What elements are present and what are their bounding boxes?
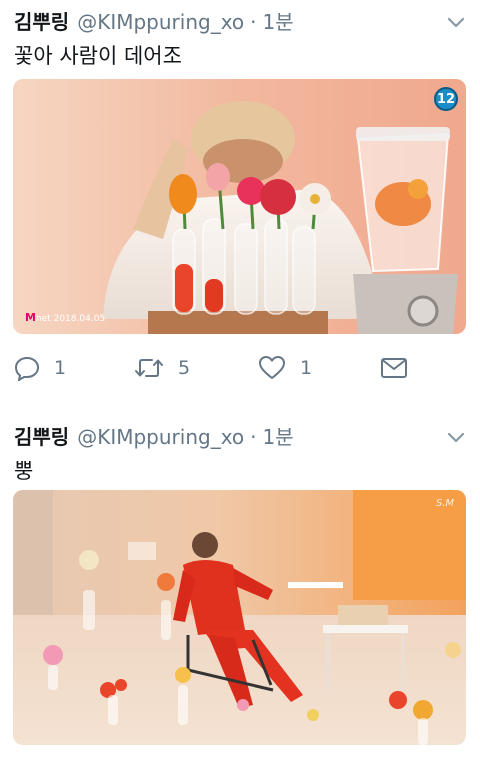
retweet-icon: [135, 359, 163, 377]
tweet-header: 김뿌링 @KIMppuring_xo · 1분: [14, 421, 294, 451]
timestamp[interactable]: 1분: [263, 6, 294, 35]
retweet-count: 5: [178, 357, 191, 379]
photo-image: [13, 490, 466, 745]
separator-dot: ·: [250, 10, 257, 34]
user-name[interactable]: 김뿌링: [14, 6, 69, 35]
tweet-text: 꽃아 사람이 데어조: [14, 44, 182, 68]
brand-suffix: net: [35, 314, 51, 324]
broadcaster-logo: Mnet 2018.04.05: [25, 311, 105, 324]
user-handle[interactable]: @KIMppuring_xo: [77, 10, 244, 34]
brand-logo: M: [25, 311, 36, 324]
brand-date: 2018.04.05: [53, 314, 106, 324]
tweet-text: 뿡: [14, 459, 34, 483]
direct-message-button[interactable]: [380, 352, 422, 384]
user-name[interactable]: 김뿌링: [14, 421, 69, 450]
like-count: 1: [300, 357, 313, 379]
reply-button[interactable]: 1: [14, 352, 66, 384]
timestamp[interactable]: 1분: [263, 421, 294, 450]
separator-dot: ·: [250, 425, 257, 449]
watermark-logo: S.M: [435, 498, 454, 509]
age-rating-badge: 12: [434, 87, 458, 111]
reply-count: 1: [54, 357, 67, 379]
reply-icon: [14, 356, 40, 381]
envelope-icon: [381, 358, 407, 378]
user-handle[interactable]: @KIMppuring_xo: [77, 425, 244, 449]
tweet-actions: 1 5 1: [0, 352, 480, 384]
like-button[interactable]: 1: [258, 352, 312, 384]
tweet-photo[interactable]: 12 Mnet 2018.04.05: [13, 79, 466, 334]
chevron-down-icon[interactable]: [446, 12, 466, 32]
chevron-down-icon[interactable]: [446, 427, 466, 447]
heart-icon: [259, 356, 285, 379]
tweet-photo[interactable]: S.M: [13, 490, 466, 745]
tweet-header: 김뿌링 @KIMppuring_xo · 1분: [14, 6, 294, 36]
retweet-button[interactable]: 5: [134, 352, 190, 384]
photo-image: [13, 79, 466, 334]
